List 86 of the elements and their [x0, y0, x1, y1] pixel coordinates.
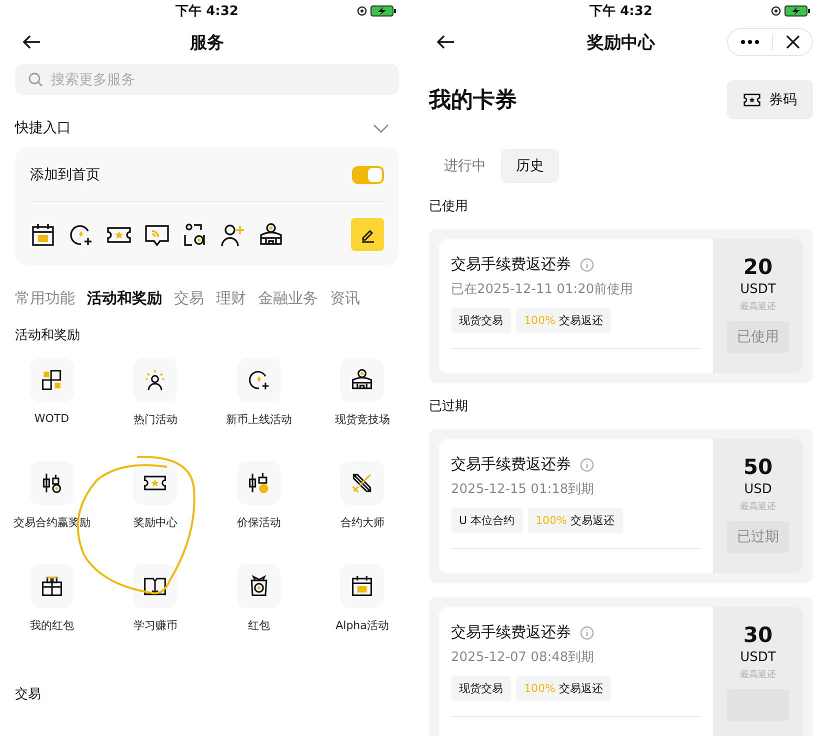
rebate-tag: 100% 交易返还 — [528, 508, 623, 533]
service-tile[interactable] — [30, 461, 74, 505]
gift-icon — [40, 574, 64, 598]
candles-coin-icon — [246, 471, 271, 495]
coupon-amount: 50 — [743, 455, 773, 479]
service-tile[interactable] — [30, 564, 74, 608]
edit-button[interactable] — [351, 218, 384, 251]
service-label: 合约大师 — [340, 515, 384, 530]
coupon-note: 最高返还 — [740, 300, 776, 313]
coupon-title: 交易手续费返还券 — [451, 455, 571, 474]
service-tile[interactable] — [340, 358, 384, 402]
service-label: 我的红包 — [30, 618, 74, 633]
service-label: 学习赚币 — [133, 618, 178, 633]
coupon-unit: USDT — [740, 282, 776, 297]
service-label: 热门活动 — [133, 412, 178, 427]
battery-icon — [357, 5, 397, 17]
back-arrow-icon[interactable] — [437, 35, 455, 49]
status-time: 下午 4:32 — [176, 3, 238, 20]
section-title: 已过期 — [429, 398, 469, 415]
category-tab[interactable]: 活动和奖励 — [87, 289, 162, 308]
coupon-tag: 现货交易 — [451, 308, 511, 333]
section-title: 交易 — [15, 686, 42, 703]
person-plus-icon[interactable] — [220, 222, 246, 248]
coin-plus-icon — [246, 368, 271, 392]
coupon-note: 最高返还 — [740, 668, 776, 681]
service-label: 新币上线活动 — [226, 412, 292, 427]
coupon-unit: USD — [744, 482, 772, 497]
back-arrow-icon[interactable] — [23, 35, 41, 49]
rebate-tag: 100% 交易返还 — [516, 676, 611, 701]
section-title: 活动和奖励 — [15, 327, 81, 344]
rebate-tag: 100% 交易返还 — [516, 308, 611, 333]
page-title: 奖励中心 — [587, 32, 655, 54]
section-title: 已使用 — [429, 198, 469, 215]
ticket-icon — [743, 92, 761, 106]
category-tab[interactable]: 资讯 — [330, 289, 360, 308]
service-tile[interactable] — [340, 564, 384, 608]
add-to-home-label: 添加到首页 — [30, 166, 100, 184]
service-tile[interactable] — [236, 461, 281, 505]
service-label: WOTD — [34, 412, 70, 425]
scan-person-icon[interactable] — [182, 222, 208, 248]
service-label: 价保活动 — [236, 515, 281, 530]
voucher-code-button[interactable]: 券码 — [727, 80, 813, 119]
category-tab[interactable]: 常用功能 — [15, 289, 75, 308]
coupon-title: 交易手续费返还券 — [451, 623, 571, 642]
blocks-icon — [40, 368, 64, 392]
coupon-date: 2025-12-07 08:48到期 — [451, 649, 596, 666]
more-icon[interactable] — [740, 40, 758, 44]
service-tile[interactable] — [133, 564, 178, 608]
service-tile[interactable] — [133, 461, 178, 505]
status-time: 下午 4:32 — [590, 3, 652, 20]
service-label: 现货竞技场 — [334, 412, 390, 427]
category-tab[interactable]: 理财 — [216, 289, 246, 308]
calendar-icon — [350, 574, 374, 598]
search-field[interactable]: 搜索更多服务 — [15, 64, 399, 95]
service-tile[interactable] — [236, 358, 281, 402]
service-tile[interactable] — [236, 564, 281, 608]
battery-icon — [771, 5, 811, 17]
calendar-icon[interactable] — [30, 222, 56, 248]
close-icon[interactable] — [786, 35, 800, 49]
page-title: 服务 — [190, 32, 224, 54]
category-tab[interactable]: 金融业务 — [258, 289, 318, 308]
chevron-down-icon[interactable] — [373, 124, 389, 132]
coupon-title: 交易手续费返还券 — [451, 255, 571, 274]
coupon-amount: 30 — [743, 623, 773, 647]
arena-icon[interactable] — [258, 222, 284, 248]
section-title: 快捷入口 — [15, 119, 71, 137]
arena-icon — [350, 368, 374, 392]
service-label: Alpha活动 — [336, 618, 389, 633]
status-tab[interactable]: 历史 — [501, 149, 559, 183]
coupon-date: 2025-12-15 01:18到期 — [451, 481, 596, 498]
status-tab[interactable]: 进行中 — [429, 149, 501, 183]
service-tile[interactable] — [133, 358, 178, 402]
coupon-unit: USDT — [740, 650, 776, 665]
coupon-tag: U 本位合约 — [451, 508, 523, 533]
page-heading: 我的卡券 — [429, 86, 517, 114]
coupon-date: 已在2025-12-11 01:20前使用 — [451, 281, 634, 298]
search-icon — [28, 72, 43, 87]
service-label: 红包 — [248, 618, 270, 633]
service-tile[interactable] — [30, 358, 74, 402]
coupon-amount: 20 — [743, 255, 773, 279]
service-tile[interactable] — [340, 461, 384, 505]
toggle-switch[interactable] — [352, 166, 384, 184]
coupon-note: 最高返还 — [740, 500, 776, 513]
coupon-tag: 现货交易 — [451, 676, 511, 701]
category-tab[interactable]: 交易 — [174, 289, 204, 308]
service-label: 奖励中心 — [133, 515, 178, 530]
